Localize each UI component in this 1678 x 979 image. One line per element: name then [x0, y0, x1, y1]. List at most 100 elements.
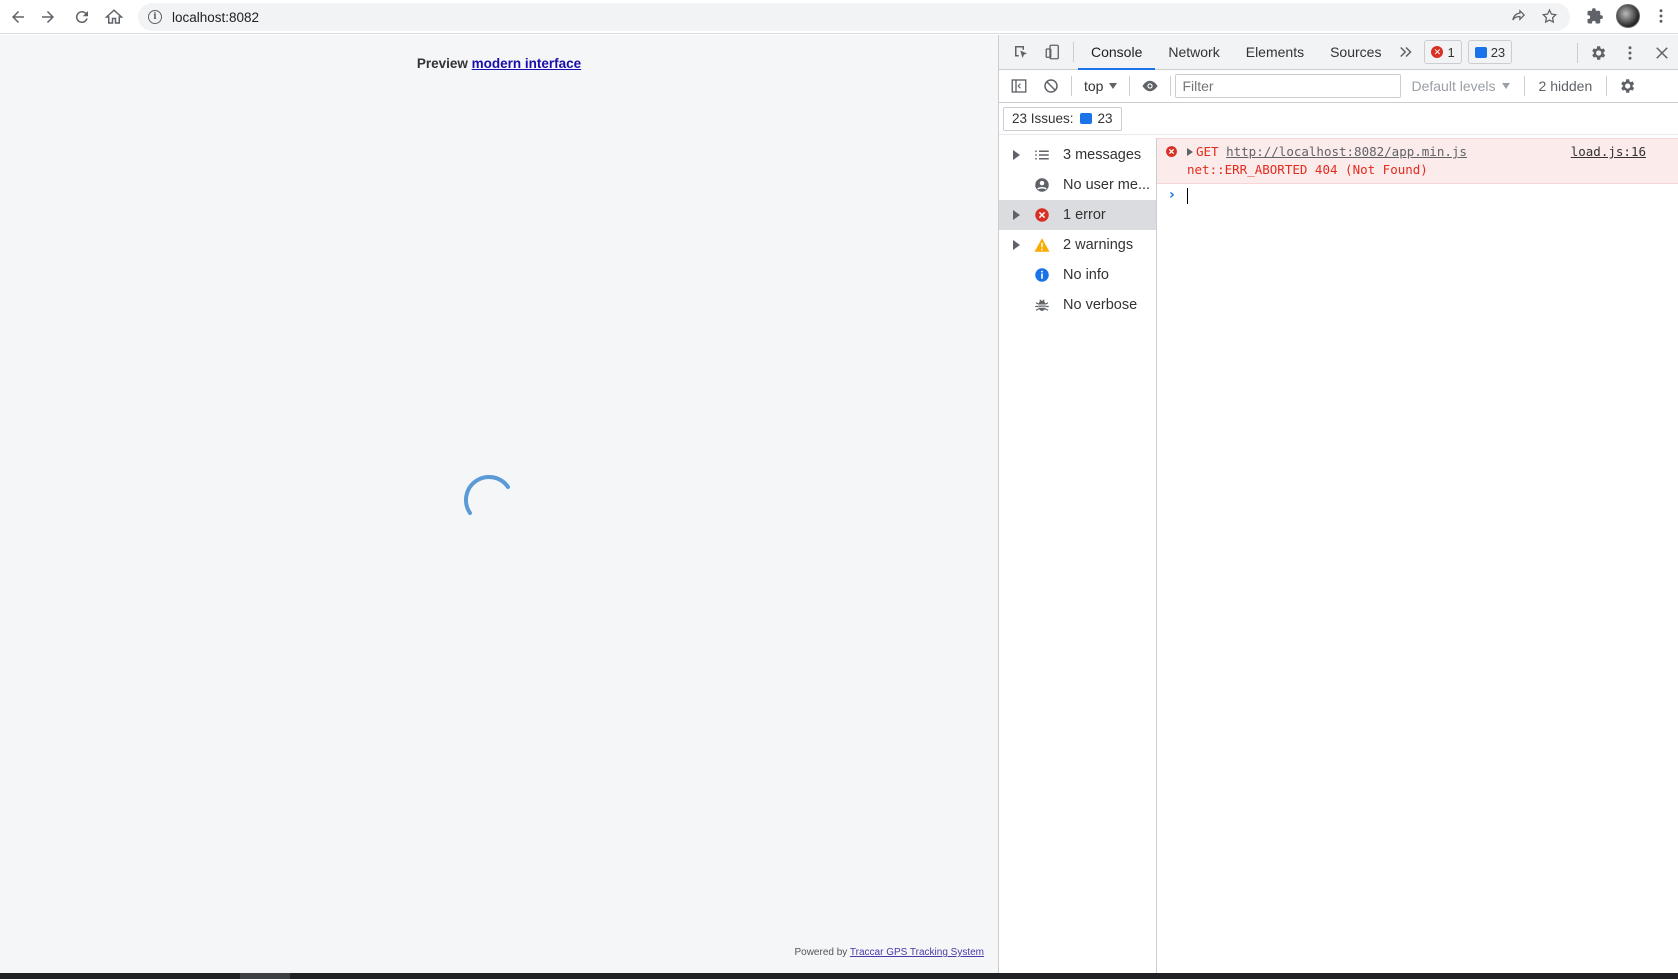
expand-arrow-icon[interactable]: [1013, 240, 1020, 250]
error-icon: ✕: [1431, 46, 1444, 58]
devtools-panel: Console Network Elements Sources ✕ 1 23: [998, 35, 1678, 973]
reload-icon: [75, 11, 88, 24]
preview-prefix: Preview: [416, 56, 468, 71]
star-icon[interactable]: [1541, 8, 1558, 25]
error-url-link[interactable]: http://localhost:8082/app.min.js: [1226, 144, 1467, 159]
console-toolbar: top Default levels 2 hidden: [999, 70, 1678, 103]
text-caret: [1187, 188, 1188, 204]
sidebar-item-info[interactable]: No info: [999, 260, 1156, 290]
taskbar-item[interactable]: [240, 973, 290, 979]
more-tabs-button[interactable]: [1394, 35, 1418, 70]
chevron-down-icon: [1109, 83, 1118, 89]
context-selector[interactable]: top: [1076, 78, 1125, 94]
device-toolbar-button[interactable]: [1037, 35, 1069, 70]
traccar-link[interactable]: Traccar GPS Tracking System: [850, 947, 984, 958]
console-settings-button[interactable]: [1611, 69, 1643, 104]
extensions-icon[interactable]: [1586, 7, 1604, 25]
address-bar[interactable]: i localhost:8082: [138, 3, 1570, 31]
arrow-left-icon: [12, 11, 24, 23]
hidden-count: 2 hidden: [1538, 78, 1593, 94]
devtools-menu-button[interactable]: [1614, 35, 1646, 70]
divider: [1606, 76, 1608, 96]
home-button[interactable]: [98, 1, 130, 33]
issues-row: 23 Issues: 23: [999, 103, 1678, 135]
sidebar-item-label: No user me...: [1063, 177, 1151, 193]
tab-sources[interactable]: Sources: [1317, 35, 1394, 70]
issues-icon: [1474, 46, 1487, 58]
warning-icon: [1033, 236, 1051, 254]
sidebar-item-errors[interactable]: 1 error: [999, 200, 1156, 230]
tab-network[interactable]: Network: [1155, 35, 1232, 70]
log-levels-dropdown[interactable]: Default levels: [1401, 78, 1519, 94]
inspect-cursor-icon: [1015, 46, 1027, 58]
kebab-menu-icon[interactable]: [1652, 7, 1670, 25]
sidebar-item-label: 2 warnings: [1063, 237, 1134, 253]
back-button[interactable]: [2, 1, 34, 33]
site-info-icon[interactable]: i: [148, 10, 162, 24]
close-devtools-button[interactable]: [1646, 35, 1678, 70]
clear-console-button[interactable]: [1035, 69, 1067, 104]
double-chevron-right-icon: [1400, 46, 1413, 58]
kebab-menu-icon: [1628, 45, 1632, 60]
divider: [1170, 76, 1172, 96]
sidebar-item-messages[interactable]: 3 messages: [999, 140, 1156, 170]
inspect-element-button[interactable]: [1005, 35, 1037, 70]
browser-toolbar: i localhost:8082: [0, 0, 1678, 34]
issues-button[interactable]: 23 Issues: 23: [1003, 106, 1122, 131]
console-body: 3 messages No user me... 1 error 2 warni…: [999, 138, 1678, 973]
modern-interface-link[interactable]: modern interface: [472, 56, 582, 71]
sidebar-item-label: 3 messages: [1063, 147, 1142, 163]
console-error-message[interactable]: GET http://localhost:8082/app.min.js net…: [1157, 138, 1678, 184]
taskbar-strip: [0, 973, 1678, 979]
divider: [1577, 42, 1578, 63]
console-prompt[interactable]: ›: [1157, 184, 1678, 208]
divider: [1523, 76, 1525, 96]
levels-label: Default levels: [1411, 78, 1496, 94]
settings-button[interactable]: [1582, 35, 1614, 70]
console-messages: GET http://localhost:8082/app.min.js net…: [1157, 138, 1678, 973]
expand-arrow-icon[interactable]: [1013, 210, 1020, 220]
live-expression-button[interactable]: [1134, 69, 1166, 104]
chevron-right-icon: ›: [1169, 187, 1175, 203]
powered-by: Powered by Traccar GPS Tracking System: [794, 947, 984, 958]
bug-icon: [1033, 296, 1051, 314]
forward-button[interactable]: [32, 1, 64, 33]
toggle-sidebar-button[interactable]: [1003, 69, 1035, 104]
error-count-badge[interactable]: ✕ 1: [1424, 40, 1462, 64]
chevron-down-icon: [1501, 83, 1510, 89]
devtools-tab-bar: Console Network Elements Sources ✕ 1 23: [999, 35, 1678, 70]
arrow-right-icon: [42, 11, 54, 23]
issues-label: 23 Issues:: [1012, 111, 1074, 126]
close-icon: [1656, 46, 1668, 59]
issues-icon: [1079, 113, 1092, 124]
error-detail: net::ERR_ABORTED 404 (Not Found): [1187, 162, 1428, 177]
share-icon[interactable]: [1510, 8, 1527, 25]
error-method: GET: [1196, 144, 1219, 159]
sidebar-item-label: 1 error: [1063, 207, 1106, 223]
sidebar-item-warnings[interactable]: 2 warnings: [999, 230, 1156, 260]
tab-elements[interactable]: Elements: [1233, 35, 1317, 70]
preview-banner: Preview modern interface: [0, 56, 998, 71]
page-viewport: Preview modern interface Powered by Trac…: [0, 35, 998, 973]
sidebar-item-user-messages[interactable]: No user me...: [999, 170, 1156, 200]
issues-count-badge[interactable]: 23: [1467, 40, 1513, 64]
sidebar-item-label: No info: [1063, 267, 1109, 283]
console-sidebar: 3 messages No user me... 1 error 2 warni…: [999, 138, 1157, 973]
issues-badge: 23: [1097, 111, 1113, 126]
reload-button[interactable]: [66, 1, 98, 33]
divider: [1073, 42, 1074, 62]
divider: [1071, 76, 1072, 96]
error-source-link[interactable]: load.js:16: [1571, 143, 1646, 161]
gear-icon: [1592, 45, 1606, 60]
filter-input[interactable]: [1175, 74, 1402, 98]
expand-arrow-icon[interactable]: [1013, 150, 1020, 160]
gear-icon: [1621, 79, 1635, 93]
divider: [1129, 76, 1131, 96]
device-icon: [1045, 44, 1059, 60]
sidebar-item-verbose[interactable]: No verbose: [999, 290, 1156, 320]
block-icon: [1044, 79, 1058, 93]
profile-avatar[interactable]: [1616, 4, 1640, 28]
info-icon: [1033, 266, 1051, 284]
tab-console[interactable]: Console: [1078, 35, 1156, 70]
expand-arrow-icon[interactable]: [1187, 148, 1193, 156]
